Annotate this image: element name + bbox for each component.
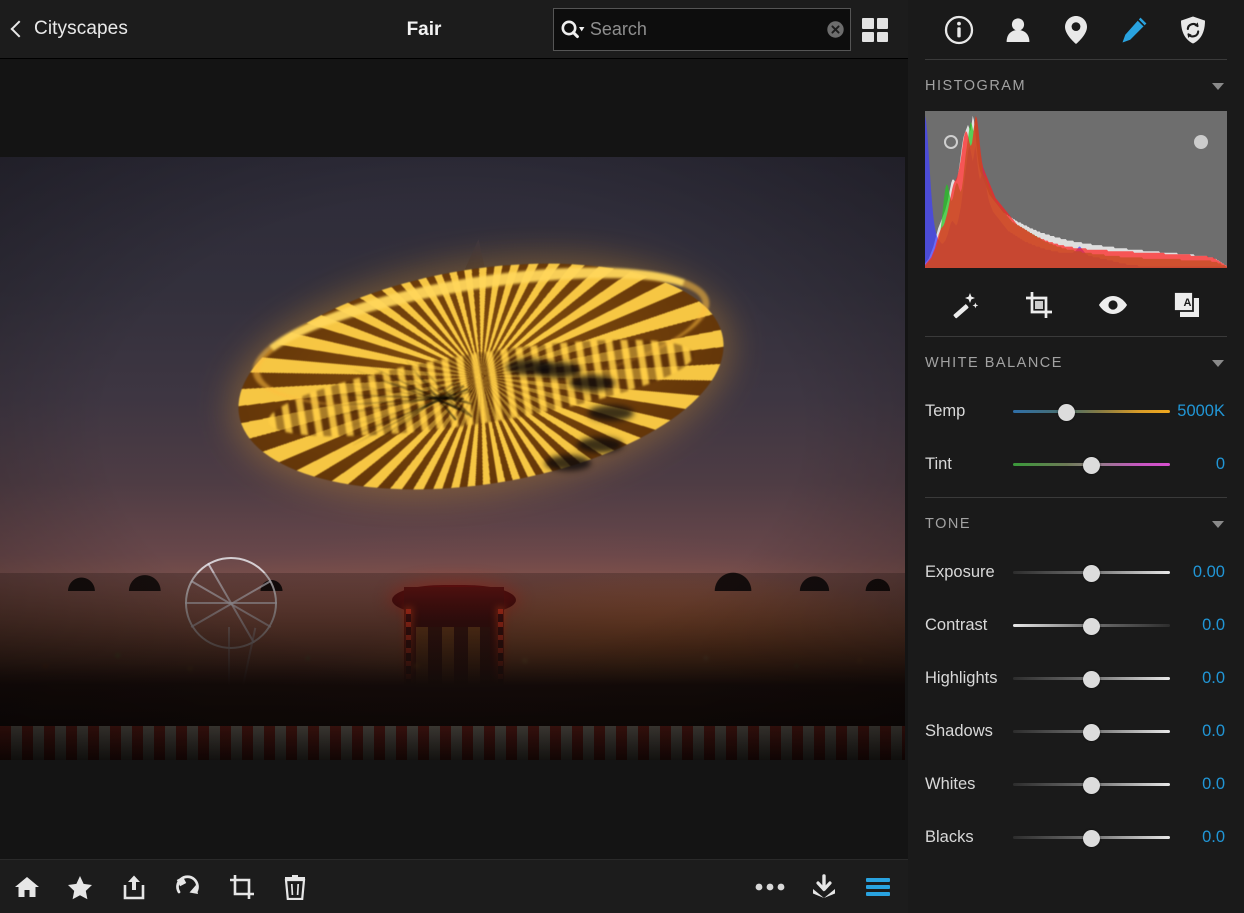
location-pin-icon[interactable] [1056,10,1096,50]
slider-row-blacks: Blacks 0.0 [908,811,1244,864]
slider-blacks[interactable] [1013,827,1170,849]
slider-thumb[interactable] [1083,456,1100,474]
eye-icon[interactable] [1094,286,1132,324]
grid-cell [862,18,874,29]
slider-label: Temp [925,402,966,420]
grid-cell [876,31,888,42]
slider-value: 0.0 [1202,828,1225,846]
slider-label: Contrast [925,616,988,634]
search-box[interactable] [553,8,851,51]
lightroom-mobile-window: Cityscapes Fair Search HISTOGRAM A WHITE… [0,0,1244,913]
home-icon[interactable] [0,860,54,913]
slider-tint[interactable] [1013,454,1170,476]
more-ellipsis-icon[interactable] [743,860,797,913]
slider-thumb[interactable] [1083,776,1100,794]
slider-row-whites: Whites 0.0 [908,758,1244,811]
slider-row-temp: Temp 5000K [908,385,1244,438]
page-title: Fair [406,18,442,40]
slider-row-shadows: Shadows 0.0 [908,705,1244,758]
slider-value: 5000K [1177,402,1225,420]
grid-view-icon[interactable] [862,18,888,42]
slider-value: 0.0 [1202,616,1225,634]
section-title-histogram: HISTOGRAM [925,78,1027,94]
back-label: Cityscapes [34,18,128,39]
slider-row-contrast: Contrast 0.0 [908,599,1244,652]
magic-wand-icon[interactable] [946,286,984,324]
chevron-left-icon [10,20,28,38]
section-header-white-balance[interactable]: WHITE BALANCE [908,337,1244,385]
slider-label: Whites [925,775,976,793]
slider-thumb[interactable] [1083,829,1100,847]
shadow-clipping-indicator[interactable] [944,135,958,149]
edit-panel: HISTOGRAM A WHITE BALANCE Temp 5000K Tin… [908,0,1244,913]
slider-label: Shadows [925,722,993,740]
slider-value: 0 [1215,455,1225,473]
search-input[interactable] [589,19,822,40]
slider-label: Blacks [925,828,974,846]
slider-label: Tint [925,455,952,473]
slider-thumb[interactable] [1083,670,1100,688]
slider-track [1013,410,1170,413]
slider-label: Highlights [925,669,998,687]
white-balance-sliders: Temp 5000K Tint 0 [908,385,1244,491]
crop-icon[interactable] [1020,286,1058,324]
tone-sliders: Exposure 0.00 Contrast 0.0 Highlights 0.0 Shad… [908,546,1244,864]
photo-image[interactable] [0,157,905,760]
person-icon[interactable] [998,10,1038,50]
section-header-histogram[interactable]: HISTOGRAM [908,60,1244,108]
slider-shadows[interactable] [1013,721,1170,743]
clear-circle-icon[interactable] [822,20,850,39]
shield-sync-icon[interactable] [1173,10,1213,50]
edit-tool-row: A [908,274,1244,336]
slider-value: 0.00 [1192,563,1225,581]
trash-icon[interactable] [268,860,322,913]
bottom-toolbar [0,859,908,913]
search-icon[interactable] [554,19,590,41]
slider-whites[interactable] [1013,774,1170,796]
grid-cell [862,31,874,42]
section-header-tone[interactable]: TONE [908,498,1244,546]
photo-stage [0,59,908,859]
section-title-white-balance: WHITE BALANCE [925,355,1063,371]
histogram-canvas [925,115,1227,268]
slider-row-tint: Tint 0 [908,438,1244,491]
presets-icon[interactable]: A [1168,286,1206,324]
pencil-icon[interactable] [1114,10,1154,50]
chevron-down-icon[interactable] [1212,82,1224,90]
slider-contrast[interactable] [1013,615,1170,637]
crop-icon[interactable] [215,860,269,913]
slider-value: 0.0 [1202,669,1225,687]
top-bar: Cityscapes Fair [0,0,908,59]
slider-exposure[interactable] [1013,562,1170,584]
chevron-down-icon[interactable] [1212,359,1224,367]
edit-panel-toggle-icon[interactable] [851,860,905,913]
slider-row-highlights: Highlights 0.0 [908,652,1244,705]
slider-temp[interactable] [1013,401,1170,423]
slider-thumb[interactable] [1083,564,1100,582]
back-button[interactable]: Cityscapes [10,18,128,40]
section-title-tone: TONE [925,516,972,532]
slider-thumb[interactable] [1083,723,1100,741]
vignette [0,157,905,760]
slider-thumb[interactable] [1083,617,1100,635]
share-icon[interactable] [107,860,161,913]
highlight-clipping-indicator[interactable] [1194,135,1208,149]
svg-text:A: A [1184,297,1192,309]
slider-highlights[interactable] [1013,668,1170,690]
grid-cell [876,18,888,29]
info-icon[interactable] [939,10,979,50]
histogram-chart[interactable] [925,111,1227,268]
slider-thumb[interactable] [1057,403,1075,421]
slider-label: Exposure [925,563,995,581]
slider-value: 0.0 [1202,775,1225,793]
slider-value: 0.0 [1202,722,1225,740]
chevron-down-icon[interactable] [1212,520,1224,528]
photo-column: Cityscapes Fair [0,0,908,913]
slider-row-exposure: Exposure 0.00 [908,546,1244,599]
import-icon[interactable] [797,860,851,913]
rotate-icon[interactable] [161,860,215,913]
panel-tab-bar [908,0,1244,59]
star-icon[interactable] [53,860,107,913]
